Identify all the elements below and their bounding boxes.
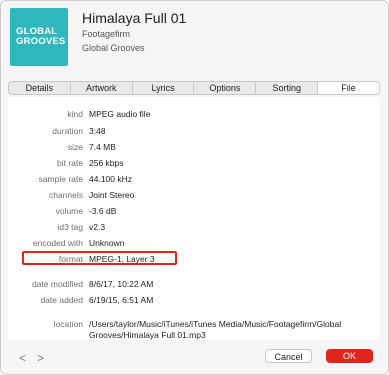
field-row-format: format MPEG-1, Layer 3 [8, 254, 380, 266]
location-label: location [53, 319, 83, 329]
field-value: 6/19/15, 6:51 AM [89, 295, 154, 305]
field-value: 8/6/17, 10:22 AM [89, 279, 154, 289]
field-label: sample rate [38, 174, 83, 184]
field-value: MPEG audio file [89, 109, 151, 119]
tab-file[interactable]: File [318, 82, 379, 94]
field-label: date added [40, 295, 83, 305]
field-row-volume: volume -3.6 dB [8, 206, 380, 218]
field-row-encoded-with: encoded with Unknown [8, 238, 380, 250]
ok-button[interactable]: OK [326, 349, 373, 363]
song-title: Himalaya Full 01 [82, 10, 187, 26]
field-label: channels [48, 190, 83, 200]
tab-sorting[interactable]: Sorting [256, 82, 319, 94]
tab-bar: Details Artwork Lyrics Options Sorting F… [8, 81, 380, 95]
tab-lyrics[interactable]: Lyrics [133, 82, 195, 94]
field-value: MPEG-1, Layer 3 [89, 254, 155, 264]
album-artwork: GLOBAL GROOVES [10, 8, 68, 66]
field-value: 256 kbps [89, 158, 124, 168]
song-header: GLOBAL GROOVES Himalaya Full 01 Footagef… [1, 1, 388, 75]
field-row-date-added: date added 6/19/15, 6:51 AM [8, 295, 380, 307]
field-value: 44.100 kHz [89, 174, 132, 184]
tab-details[interactable]: Details [9, 82, 71, 94]
field-label: date modified [31, 279, 83, 289]
field-label: bit rate [57, 158, 83, 168]
previous-song-icon[interactable]: < [19, 351, 26, 365]
next-song-icon[interactable]: > [37, 351, 44, 365]
field-label: encoded with [32, 238, 83, 248]
file-info-panel: kind MPEG audio file duration 3:48 size … [8, 97, 380, 340]
field-value: -3.6 dB [89, 206, 117, 216]
song-info-window: GLOBAL GROOVES Himalaya Full 01 Footagef… [0, 0, 389, 375]
field-value: 3:48 [89, 126, 106, 136]
field-row-channels: channels Joint Stereo [8, 190, 380, 202]
field-row-duration: duration 3:48 [8, 126, 380, 138]
field-value: v2.3 [89, 222, 106, 232]
location-path: /Users/taylor/Music/iTunes/iTunes Media/… [89, 319, 342, 340]
song-album: Global Grooves [82, 43, 145, 53]
artwork-text-line2: GROOVES [16, 36, 66, 47]
tab-options[interactable]: Options [194, 82, 257, 94]
field-label: kind [67, 109, 83, 119]
song-artist: Footagefirm [82, 29, 131, 39]
field-row-sample-rate: sample rate 44.100 kHz [8, 174, 380, 186]
field-label: format [58, 254, 83, 264]
field-row-id3-tag: id3 tag v2.3 [8, 222, 380, 234]
field-label: volume [55, 206, 83, 216]
field-label: size [67, 142, 83, 152]
tab-artwork[interactable]: Artwork [71, 82, 133, 94]
field-row-size: size 7.4 MB [8, 142, 380, 154]
field-value: Joint Stereo [89, 190, 135, 200]
field-row-bit-rate: bit rate 256 kbps [8, 158, 380, 170]
field-row-kind: kind MPEG audio file [8, 109, 380, 121]
field-value: Unknown [89, 238, 125, 248]
field-row-date-modified: date modified 8/6/17, 10:22 AM [8, 279, 380, 291]
cancel-button[interactable]: Cancel [265, 349, 312, 363]
field-value: 7.4 MB [89, 142, 116, 152]
field-label: duration [52, 126, 83, 136]
field-label: id3 tag [57, 222, 83, 232]
